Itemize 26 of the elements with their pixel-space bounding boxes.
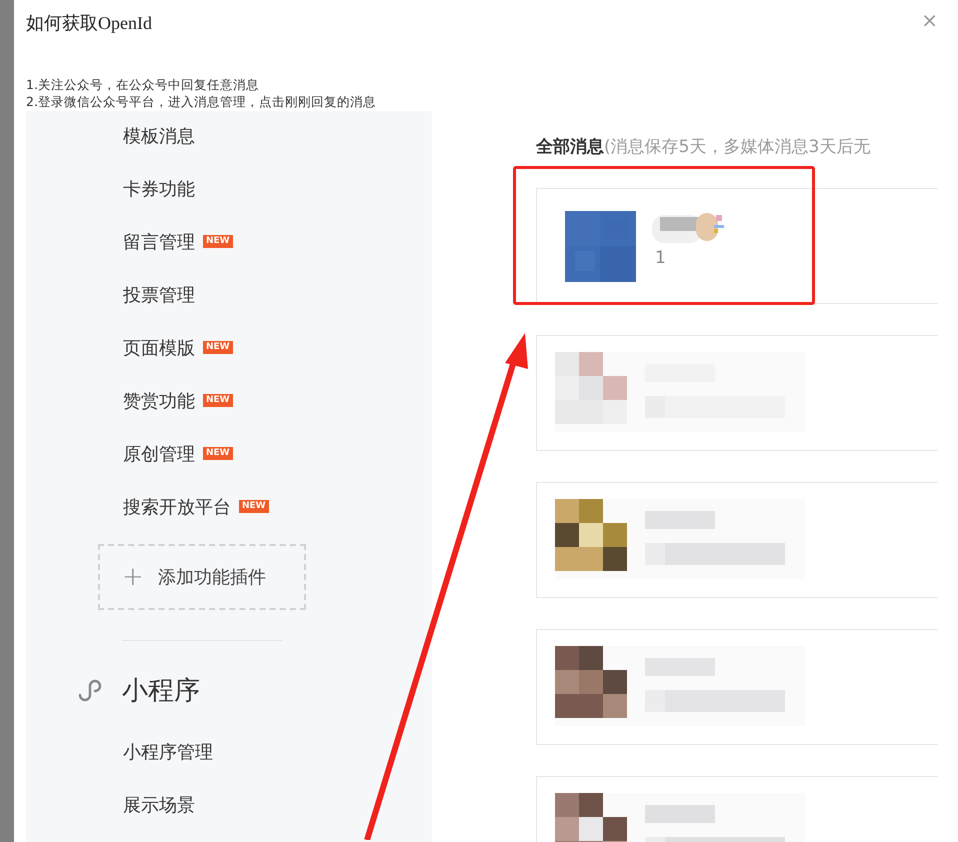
instruction-text: 1.关注公众号，在公众号中回复任意消息 xyxy=(26,76,260,93)
menu-item[interactable]: 卡券功能 xyxy=(123,176,195,200)
message-card[interactable]: 1 xyxy=(536,188,938,304)
menu-item[interactable]: 赞赏功能 xyxy=(123,388,195,412)
dialog-title: 如何获取OpenId xyxy=(26,12,152,34)
new-badge: NEW xyxy=(203,341,233,354)
section-title: 小程序 xyxy=(122,674,200,708)
add-plugin-button[interactable]: + 添加功能插件 xyxy=(98,544,306,610)
menu-item[interactable]: 原创管理 xyxy=(123,442,195,466)
link-icon xyxy=(76,677,102,703)
message-card[interactable] xyxy=(536,629,938,745)
messages-heading: 全部消息(消息保存5天，多媒体消息3天后无 xyxy=(536,136,872,159)
menu-item[interactable]: 投票管理 xyxy=(123,282,195,306)
menu-item[interactable]: 页面模版 xyxy=(123,336,195,360)
instruction-text: 2.登录微信公众号平台，进入消息管理，点击刚刚回复的消息 xyxy=(26,93,376,110)
new-badge: NEW xyxy=(203,235,233,248)
menu-item[interactable]: 搜索开放平台 xyxy=(123,494,231,518)
menu-item[interactable]: 展示场景 xyxy=(123,792,195,816)
message-text: 1 xyxy=(654,247,666,269)
menu-item[interactable]: 小程序管理 xyxy=(123,740,213,764)
message-card[interactable] xyxy=(536,482,938,598)
new-badge: NEW xyxy=(203,447,233,460)
new-badge: NEW xyxy=(203,394,233,407)
new-badge: NEW xyxy=(239,500,269,513)
menu-item[interactable]: 留言管理 xyxy=(123,230,195,254)
menu-item[interactable]: 模板消息 xyxy=(123,124,195,148)
